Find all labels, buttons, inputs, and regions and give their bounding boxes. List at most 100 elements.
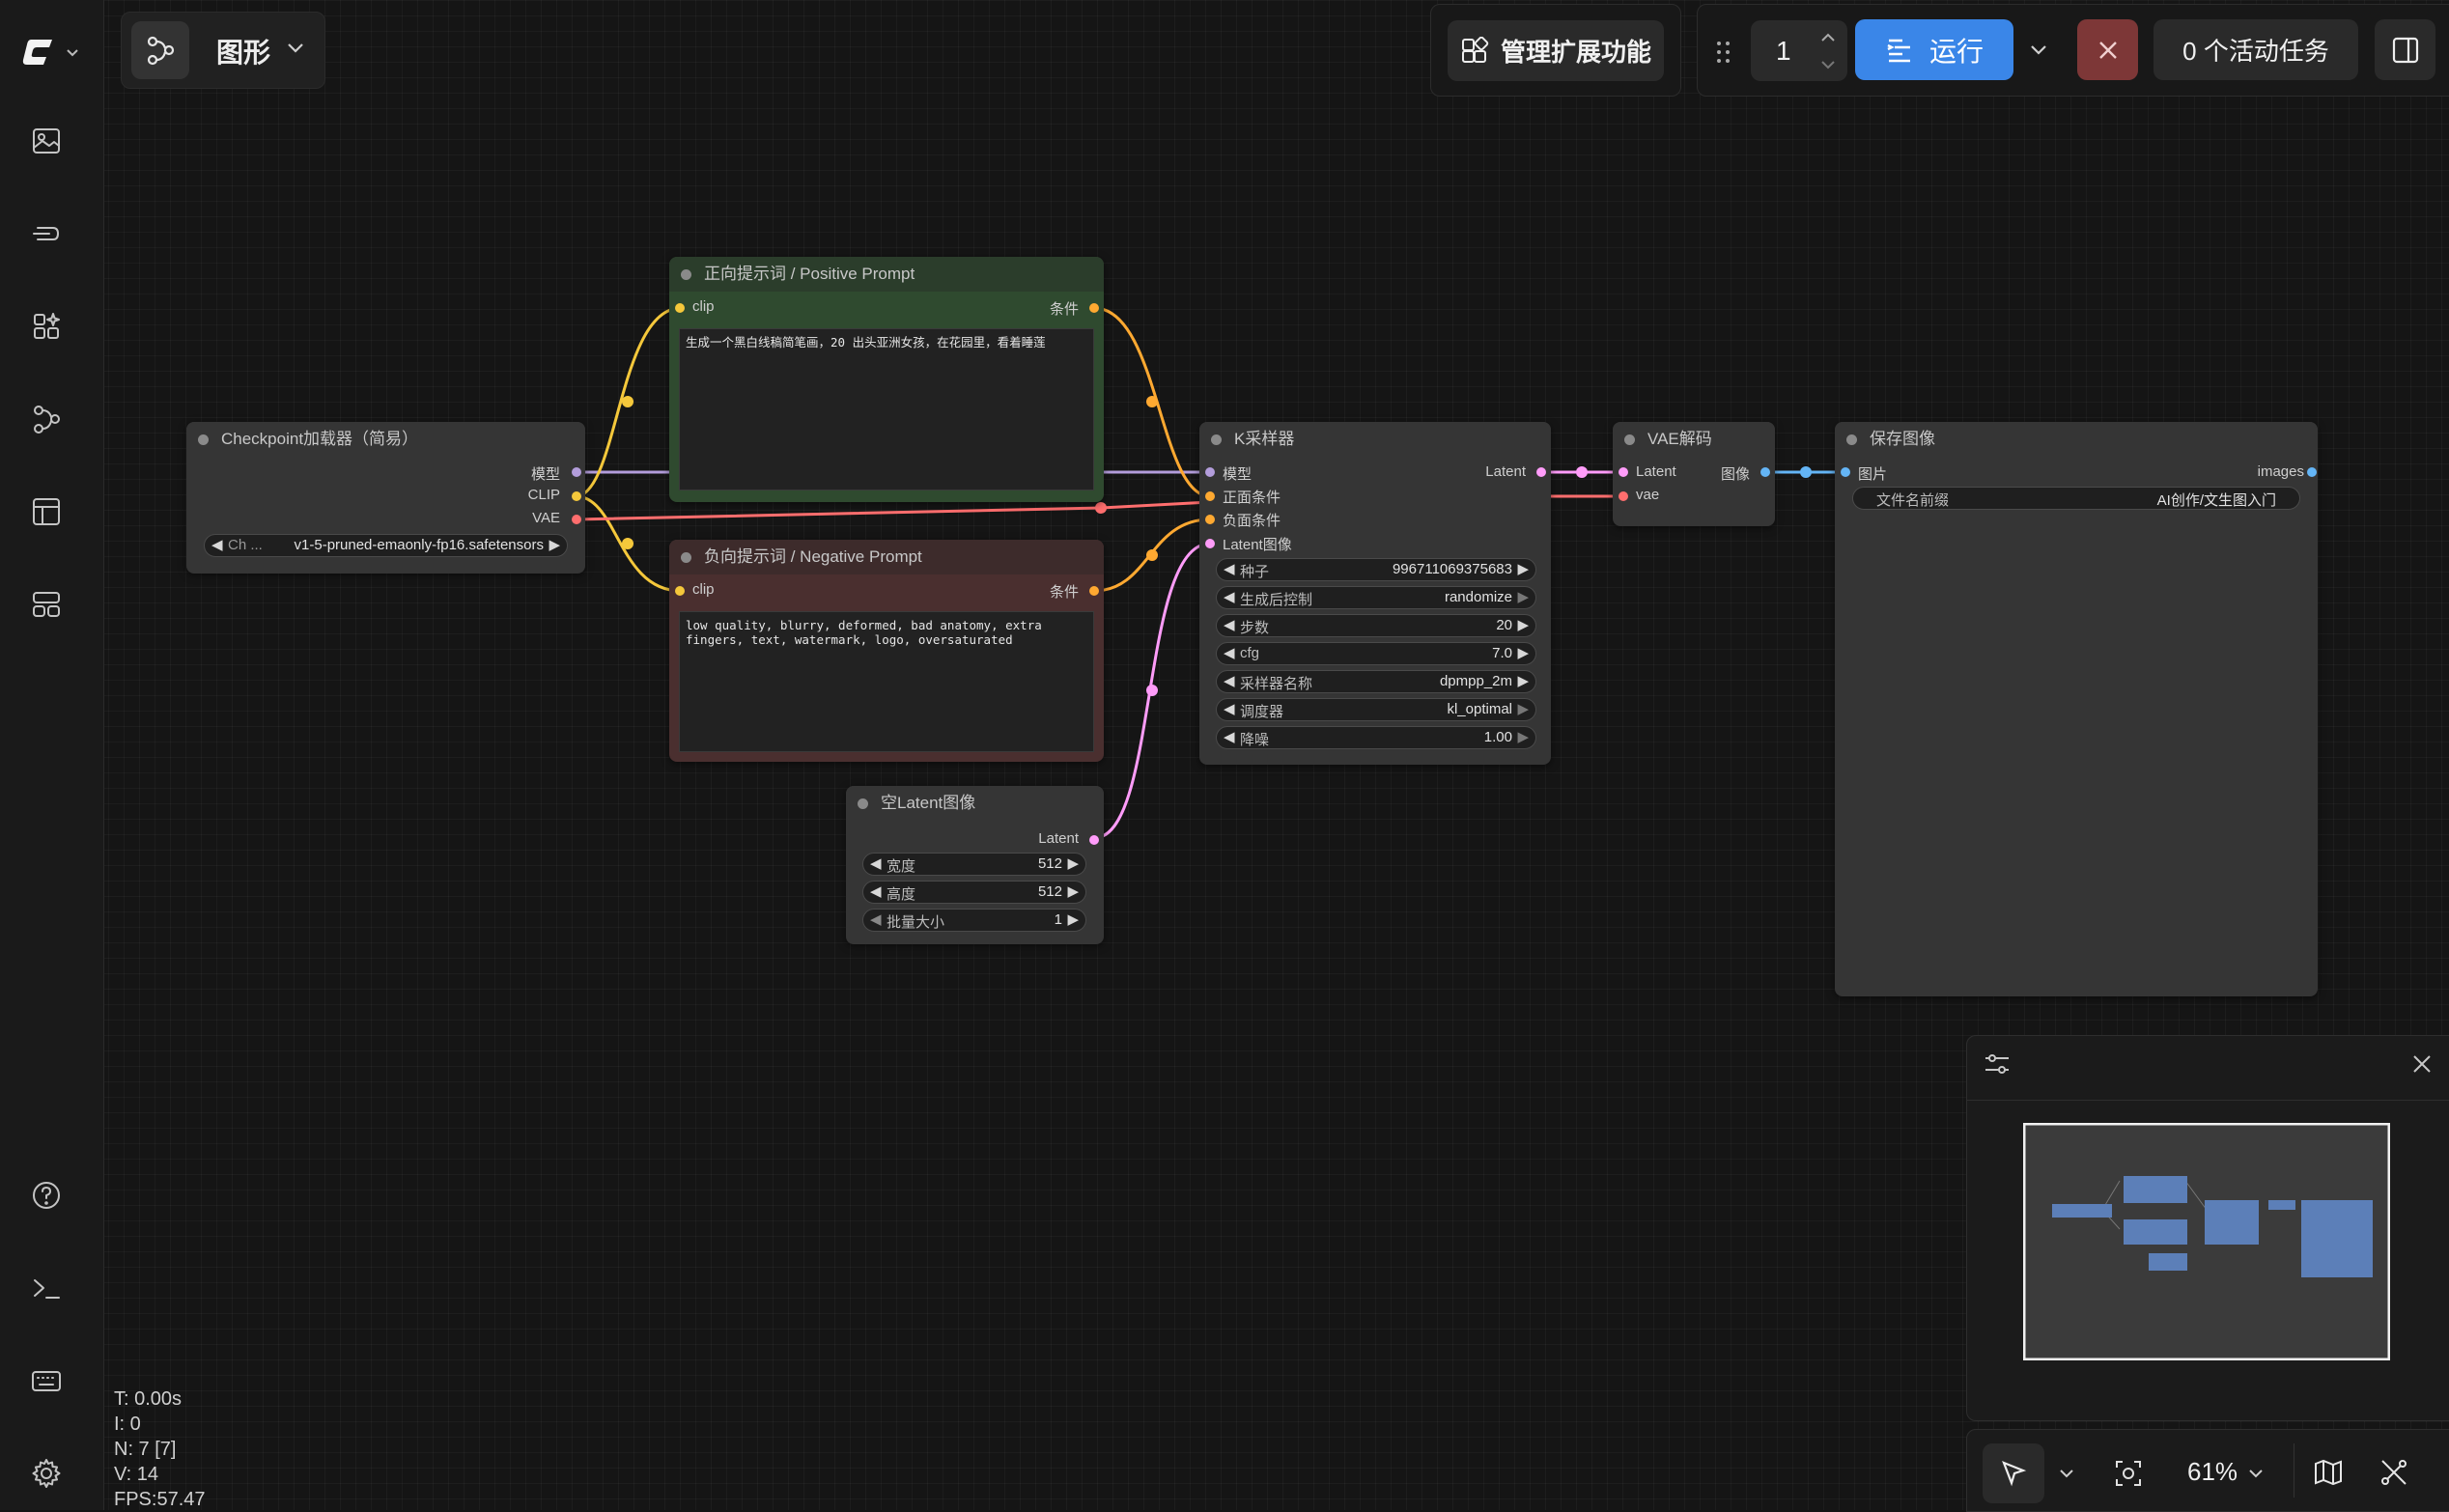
output-clip-slot[interactable] (572, 491, 581, 501)
chevron-down-icon[interactable] (2056, 1463, 2077, 1484)
increment-icon[interactable] (1818, 30, 1838, 43)
input-latent-slot[interactable] (1205, 539, 1215, 548)
node-save-image[interactable]: 保存图像 图片 images 文件名前缀 AI创作/文生图入门 (1835, 422, 2318, 996)
node-collapse-dot[interactable] (1624, 434, 1635, 445)
negative-prompt-textarea[interactable]: low quality, blurry, deformed, bad anato… (679, 611, 1094, 752)
input-clip-slot[interactable] (675, 586, 685, 596)
node-collapse-dot[interactable] (858, 798, 868, 809)
input-clip-slot[interactable] (675, 303, 685, 313)
input-images-slot[interactable] (1841, 467, 1850, 477)
input-latent-slot[interactable] (1619, 467, 1628, 477)
sliders-icon[interactable] (1983, 1050, 2012, 1078)
cfg-widget[interactable]: ◀ cfg 7.0 ▶ (1216, 642, 1536, 665)
batch-size-widget[interactable]: ◀ 批量大小 1 ▶ (862, 909, 1086, 932)
node-checkpoint-loader[interactable]: Checkpoint加载器（简易） 模型 CLIP VAE ◀ Ch ... v… (186, 422, 585, 574)
cancel-run-button[interactable] (2077, 19, 2138, 80)
node-empty-latent[interactable]: 空Latent图像 Latent ◀ 宽度 512 ▶ ◀ 高度 512 ▶ ◀… (846, 786, 1104, 944)
sampler-name-widget[interactable]: ◀ 采样器名称 dpmpp_2m ▶ (1216, 670, 1536, 693)
output-latent-slot[interactable] (1089, 835, 1099, 845)
node-library-icon[interactable] (27, 307, 66, 346)
steps-widget[interactable]: ◀ 步数 20 ▶ (1216, 614, 1536, 637)
model-library-icon[interactable] (27, 214, 66, 253)
run-button[interactable]: 运行 (1855, 19, 2013, 80)
scheduler-widget[interactable]: ◀ 调度器 kl_optimal ▶ (1216, 698, 1536, 721)
manage-extensions-button[interactable]: 管理扩展功能 (1448, 20, 1664, 81)
output-conditioning-slot[interactable] (1089, 586, 1099, 596)
arrow-right-icon[interactable]: ▶ (1517, 672, 1529, 689)
filename-prefix-widget[interactable]: 文件名前缀 AI创作/文生图入门 (1852, 487, 2300, 510)
control-after-generate-widget[interactable]: ◀ 生成后控制 randomize ▶ (1216, 586, 1536, 609)
help-icon[interactable] (27, 1176, 66, 1215)
arrow-right-icon[interactable]: ▶ (1517, 560, 1529, 577)
input-positive-slot[interactable] (1205, 491, 1215, 501)
settings-icon[interactable] (27, 1454, 66, 1493)
queue-count-stepper[interactable]: 1 (1751, 20, 1847, 81)
queue-icon[interactable] (27, 585, 66, 624)
select-mode-button[interactable] (1983, 1443, 2044, 1503)
decrement-icon[interactable] (1818, 59, 1838, 72)
arrow-right-icon[interactable]: ▶ (1067, 882, 1079, 900)
active-tasks-button[interactable]: 0 个活动任务 (2153, 19, 2358, 80)
arrow-right-icon[interactable]: ▶ (1517, 616, 1529, 633)
seed-widget[interactable]: ◀ 种子 996711069375683 ▶ (1216, 558, 1536, 581)
fit-view-icon[interactable] (2114, 1459, 2143, 1488)
keyboard-icon[interactable] (27, 1361, 66, 1400)
arrow-left-icon[interactable]: ◀ (870, 882, 882, 900)
comfy-logo-menu[interactable] (21, 31, 89, 73)
arrow-left-icon[interactable]: ◀ (1224, 560, 1235, 577)
arrow-left-icon[interactable]: ◀ (1224, 644, 1235, 661)
node-collapse-dot[interactable] (1846, 434, 1857, 445)
arrow-right-icon[interactable]: ▶ (1517, 644, 1529, 661)
width-widget[interactable]: ◀ 宽度 512 ▶ (862, 853, 1086, 876)
node-positive-prompt[interactable]: 正向提示词 / Positive Prompt clip 条件 生成一个黑白线稿… (669, 257, 1104, 502)
zoom-level[interactable]: 61% (2187, 1457, 2238, 1487)
arrow-left-icon[interactable]: ◀ (211, 536, 223, 553)
arrow-right-icon[interactable]: ▶ (1517, 700, 1529, 717)
arrow-left-icon[interactable]: ◀ (1224, 728, 1235, 745)
node-collapse-dot[interactable] (1211, 434, 1222, 445)
arrow-left-icon[interactable]: ◀ (1224, 588, 1235, 605)
input-vae-slot[interactable] (1619, 491, 1628, 501)
toggle-links-icon[interactable] (2379, 1457, 2409, 1488)
node-ksampler[interactable]: K采样器 模型 正面条件 负面条件 Latent图像 Latent ◀ 种子 9… (1199, 422, 1551, 765)
node-negative-prompt[interactable]: 负向提示词 / Negative Prompt clip 条件 low qual… (669, 540, 1104, 762)
arrow-left-icon[interactable]: ◀ (870, 910, 882, 928)
output-conditioning-slot[interactable] (1089, 303, 1099, 313)
node-collapse-dot[interactable] (681, 552, 691, 563)
terminal-icon[interactable] (27, 1269, 66, 1307)
input-model-slot[interactable] (1205, 467, 1215, 477)
output-image-slot[interactable] (1760, 467, 1770, 477)
chevron-down-icon[interactable] (2245, 1463, 2266, 1484)
positive-prompt-textarea[interactable]: 生成一个黑白线稿简笔画，20 出头亚洲女孩，在花园里，看着睡莲 (679, 328, 1094, 490)
close-icon[interactable] (2409, 1051, 2435, 1077)
toggle-panel-button[interactable] (2375, 19, 2435, 80)
minimap-viewport[interactable] (2023, 1123, 2390, 1360)
run-options-chevron-icon[interactable] (2026, 37, 2051, 62)
arrow-left-icon[interactable]: ◀ (870, 854, 882, 872)
arrow-right-icon[interactable]: ▶ (1517, 728, 1529, 745)
graph-tab[interactable]: 图形 (121, 12, 325, 89)
arrow-left-icon[interactable]: ◀ (1224, 616, 1235, 633)
input-negative-slot[interactable] (1205, 515, 1215, 524)
output-latent-slot[interactable] (1536, 467, 1546, 477)
drag-handle-icon[interactable] (1715, 40, 1732, 65)
output-vae-slot[interactable] (572, 515, 581, 524)
arrow-right-icon[interactable]: ▶ (1067, 854, 1079, 872)
templates-icon[interactable] (27, 492, 66, 531)
output-images-slot[interactable] (2307, 467, 2317, 477)
minimap-toggle-icon[interactable] (2313, 1457, 2344, 1488)
minimap-panel[interactable] (1966, 1035, 2449, 1421)
arrow-right-icon[interactable]: ▶ (1067, 910, 1079, 928)
workflows-icon[interactable] (27, 400, 66, 438)
node-collapse-dot[interactable] (681, 269, 691, 280)
arrow-right-icon[interactable]: ▶ (1517, 588, 1529, 605)
arrow-left-icon[interactable]: ◀ (1224, 700, 1235, 717)
ckpt-name-combo[interactable]: ◀ Ch ... v1-5-pruned-emaonly-fp16.safete… (204, 534, 568, 557)
arrow-left-icon[interactable]: ◀ (1224, 672, 1235, 689)
images-icon[interactable] (27, 122, 66, 160)
node-vae-decode[interactable]: VAE解码 Latent vae 图像 (1613, 422, 1775, 526)
height-widget[interactable]: ◀ 高度 512 ▶ (862, 881, 1086, 904)
node-collapse-dot[interactable] (198, 434, 209, 445)
arrow-right-icon[interactable]: ▶ (549, 536, 560, 553)
output-model-slot[interactable] (572, 467, 581, 477)
